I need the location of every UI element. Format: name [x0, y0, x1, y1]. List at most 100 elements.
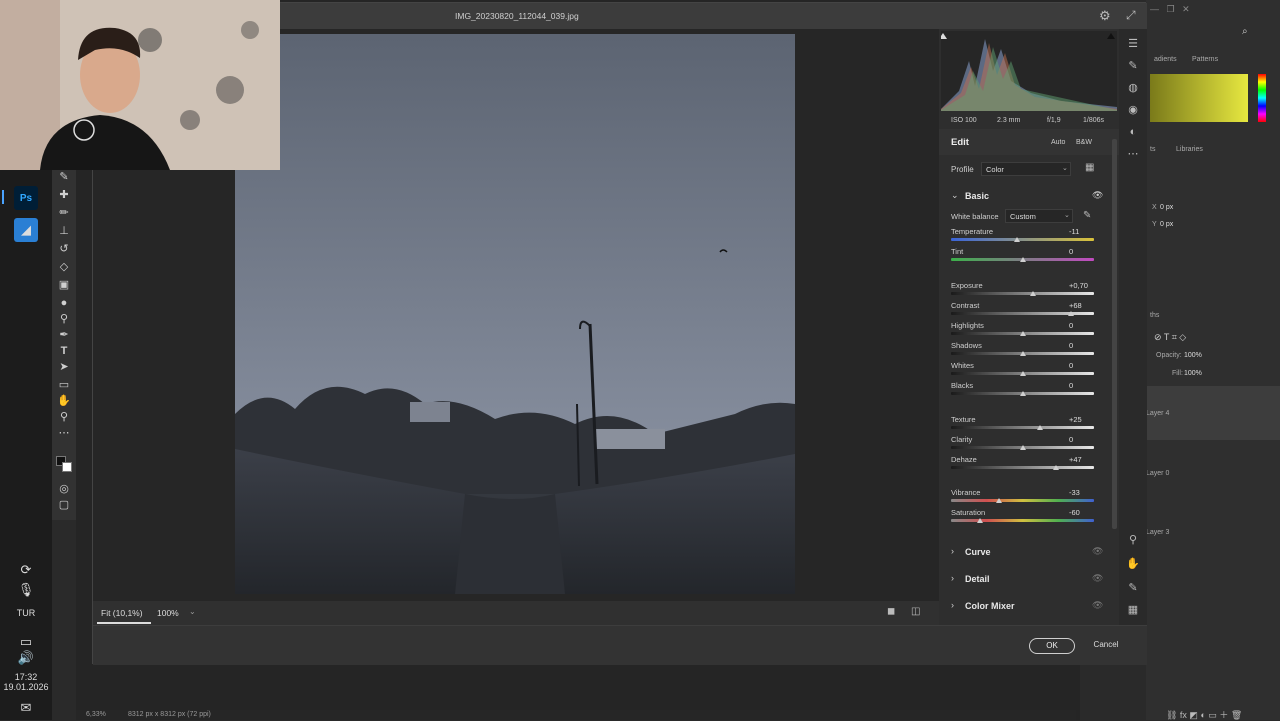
slider-thumb[interactable]	[995, 498, 1002, 503]
gear-icon[interactable]: ⚙	[1099, 8, 1111, 24]
clock-time[interactable]: 17:32	[0, 672, 52, 682]
stamp-tool-icon[interactable]: ⊥	[56, 224, 72, 238]
slider-thumb[interactable]	[1053, 465, 1060, 470]
fill-value[interactable]: 100%	[1184, 370, 1202, 377]
microphone-icon[interactable]: 🎙	[14, 578, 38, 602]
slider-value[interactable]: 0	[1069, 381, 1095, 392]
more-options-icon[interactable]: ⋯	[1125, 147, 1141, 161]
slider-track[interactable]	[951, 466, 1094, 469]
section-basic[interactable]: ⌄ Basic 👁	[939, 185, 1119, 209]
history-brush-icon[interactable]: ↺	[56, 242, 72, 256]
eyedropper-tool-icon[interactable]: ✎	[56, 170, 72, 184]
slider-value[interactable]: 0	[1069, 435, 1095, 446]
profile-browser-icon[interactable]: ▦	[1085, 162, 1094, 173]
ok-button[interactable]: OK	[1029, 638, 1075, 654]
zoom-dropdown-icon[interactable]: ⌄	[189, 607, 196, 616]
eraser-tool-icon[interactable]: ◇	[56, 260, 72, 274]
toggle-single-view-icon[interactable]: ◼	[887, 606, 895, 617]
color-picker-field[interactable]	[1150, 74, 1248, 122]
slider-value[interactable]: +25	[1069, 415, 1095, 426]
slider-thumb[interactable]	[976, 518, 983, 523]
slider-track[interactable]	[951, 426, 1094, 429]
slider-thumb[interactable]	[1019, 371, 1026, 376]
hue-slider[interactable]	[1258, 74, 1266, 122]
zoom-icon[interactable]: ⚲	[1125, 533, 1141, 547]
masking-icon[interactable]: ◍	[1125, 81, 1141, 95]
tab-libraries[interactable]: Libraries	[1176, 146, 1203, 153]
rectangle-tool-icon[interactable]: ▭	[56, 378, 72, 392]
slider-track[interactable]	[951, 238, 1094, 241]
slider-track[interactable]	[951, 499, 1094, 502]
blur-tool-icon[interactable]: ●	[56, 296, 72, 310]
x-value[interactable]: 0 px	[1160, 204, 1173, 211]
slider-thumb[interactable]	[1019, 257, 1026, 262]
layer-name[interactable]: Layer 0	[1146, 470, 1169, 477]
photo-preview[interactable]	[235, 34, 795, 594]
gradient-tool-icon[interactable]: ▣	[56, 278, 72, 292]
slider-thumb[interactable]	[1037, 425, 1044, 430]
quick-mask-icon[interactable]: ◎	[56, 482, 72, 496]
dodge-tool-icon[interactable]: ⚲	[56, 312, 72, 326]
type-tool-icon[interactable]: T	[56, 344, 72, 358]
background-color-swatch[interactable]	[62, 462, 72, 472]
slider-value[interactable]: 0	[1069, 321, 1095, 332]
more-tools-icon[interactable]: ⋯	[56, 426, 72, 440]
presets-icon[interactable]: ◐	[1125, 125, 1141, 139]
search-icon[interactable]: ⌕	[1242, 26, 1248, 37]
healing-brush-icon[interactable]: ✚	[56, 188, 72, 202]
pen-tool-icon[interactable]: ✒	[56, 328, 72, 342]
layer-name[interactable]: Layer 4	[1146, 410, 1169, 417]
notifications-icon[interactable]: ✉	[14, 696, 38, 720]
brush-tool-icon[interactable]: ✏	[56, 206, 72, 220]
window-controls[interactable]: — ❐ ✕	[1150, 4, 1190, 15]
before-after-icon[interactable]: ◫	[911, 606, 920, 617]
auto-button[interactable]: Auto	[1051, 139, 1065, 146]
layer-lock-icons[interactable]: ⊘ T ⌗ ◇	[1154, 332, 1186, 343]
hand-tool-icon[interactable]: ✋	[56, 394, 72, 408]
tab-patterns[interactable]: Patterns	[1192, 56, 1218, 63]
zoom-percent[interactable]: 100%	[157, 608, 179, 618]
opacity-value[interactable]: 100%	[1184, 352, 1202, 359]
volume-icon[interactable]: 🔊	[14, 646, 38, 670]
hand-icon[interactable]: ✋	[1125, 557, 1141, 571]
zoom-tool-icon[interactable]: ⚲	[56, 410, 72, 424]
edit-sliders-icon[interactable]: ☰	[1125, 37, 1141, 51]
slider-thumb[interactable]	[1019, 391, 1026, 396]
y-value[interactable]: 0 px	[1160, 221, 1173, 228]
slider-thumb[interactable]	[1029, 291, 1036, 296]
red-eye-icon[interactable]: ◉	[1125, 103, 1141, 117]
tab-ts[interactable]: ts	[1150, 146, 1155, 153]
section-color-mixer[interactable]: › Color Mixer 👁	[939, 595, 1119, 619]
slider-value[interactable]: +47	[1069, 455, 1095, 466]
clock-date[interactable]: 19.01.2026	[0, 682, 52, 692]
white-balance-eyedropper-icon[interactable]: ✎	[1083, 210, 1091, 221]
path-select-icon[interactable]: ➤	[56, 360, 72, 374]
healing-icon[interactable]: ✎	[1125, 59, 1141, 73]
eye-icon[interactable]: 👁	[1092, 573, 1103, 584]
bw-button[interactable]: B&W	[1076, 139, 1092, 146]
slider-value[interactable]: 0	[1069, 247, 1095, 258]
section-detail[interactable]: › Detail 👁	[939, 568, 1119, 592]
eye-icon[interactable]: 👁	[1092, 600, 1103, 611]
section-curve[interactable]: › Curve 👁	[939, 541, 1119, 565]
slider-value[interactable]: -33	[1069, 488, 1095, 499]
grid-icon[interactable]: ▦	[1125, 603, 1141, 617]
slider-track[interactable]	[951, 292, 1094, 295]
fullscreen-icon[interactable]: ⤢	[1126, 8, 1136, 23]
screen-mode-icon[interactable]: ▢	[56, 498, 72, 512]
eye-icon[interactable]: 👁	[1092, 190, 1103, 201]
slider-value[interactable]: 0	[1069, 361, 1095, 372]
slider-value[interactable]: 0	[1069, 341, 1095, 352]
photos-app-icon[interactable]: ◢	[14, 218, 38, 242]
photoshop-app-icon[interactable]: Ps	[14, 186, 38, 210]
slider-thumb[interactable]	[1068, 311, 1075, 316]
tab-gradients[interactable]: adients	[1154, 56, 1177, 63]
slider-value[interactable]: -11	[1069, 227, 1095, 238]
language-indicator[interactable]: TUR	[0, 608, 52, 618]
profile-select[interactable]: Color ⌄	[981, 162, 1071, 176]
slider-thumb[interactable]	[1019, 331, 1026, 336]
eye-icon[interactable]: 👁	[1092, 546, 1103, 557]
slider-value[interactable]: +0,70	[1069, 281, 1095, 292]
slider-thumb[interactable]	[1013, 237, 1020, 242]
zoom-fit[interactable]: Fit (10,1%)	[101, 608, 143, 618]
